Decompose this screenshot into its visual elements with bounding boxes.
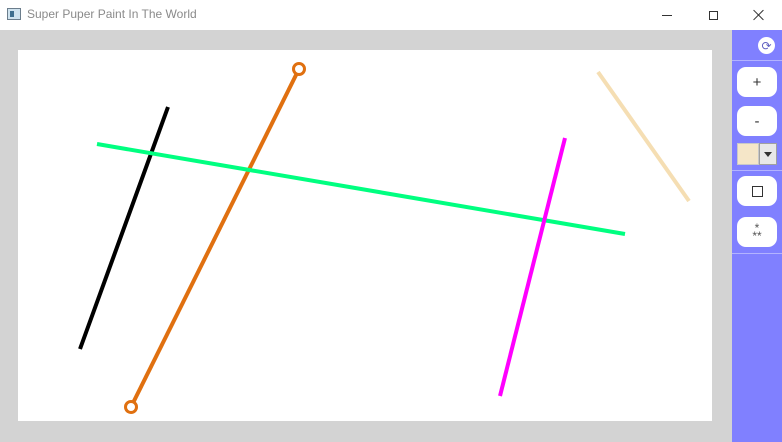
beige-line[interactable]	[596, 70, 691, 203]
minimize-icon	[662, 14, 672, 16]
app-icon	[7, 8, 21, 20]
chevron-down-icon	[764, 151, 772, 157]
window-title: Super Puper Paint In The World	[27, 7, 197, 21]
orange-line[interactable]	[129, 68, 301, 408]
magenta-line[interactable]	[498, 137, 567, 397]
toolbar: + - * **	[732, 30, 782, 442]
maximize-button[interactable]	[690, 0, 736, 30]
workspace	[0, 30, 732, 442]
orange-line-end-handle[interactable]	[124, 400, 138, 414]
square-icon	[751, 185, 763, 197]
color-picker[interactable]	[737, 143, 777, 165]
title-bar: Super Puper Paint In The World	[0, 0, 782, 30]
drawing-canvas[interactable]	[18, 50, 712, 421]
zoom-in-button[interactable]: +	[737, 67, 777, 97]
color-swatch[interactable]	[737, 143, 759, 165]
black-line[interactable]	[78, 106, 170, 350]
refresh-button[interactable]: ⟳	[758, 37, 775, 54]
stars-tool-button[interactable]: * **	[737, 217, 777, 247]
color-dropdown-button[interactable]	[759, 143, 777, 165]
refresh-icon: ⟳	[761, 38, 772, 53]
canvas-svg[interactable]	[18, 50, 712, 421]
zoom-out-button[interactable]: -	[737, 106, 777, 136]
minimize-button[interactable]	[644, 0, 690, 30]
stars-icon: * **	[752, 221, 762, 243]
orange-line-start-handle[interactable]	[292, 62, 306, 76]
toolbar-divider	[732, 253, 782, 254]
maximize-icon	[708, 10, 718, 20]
toolbar-divider	[732, 170, 782, 171]
zoom-out-label: -	[754, 112, 760, 130]
close-icon	[753, 9, 765, 21]
rectangle-tool-button[interactable]	[737, 176, 777, 206]
zoom-in-label: +	[752, 73, 762, 91]
close-button[interactable]	[736, 0, 782, 30]
toolbar-divider	[732, 60, 782, 61]
